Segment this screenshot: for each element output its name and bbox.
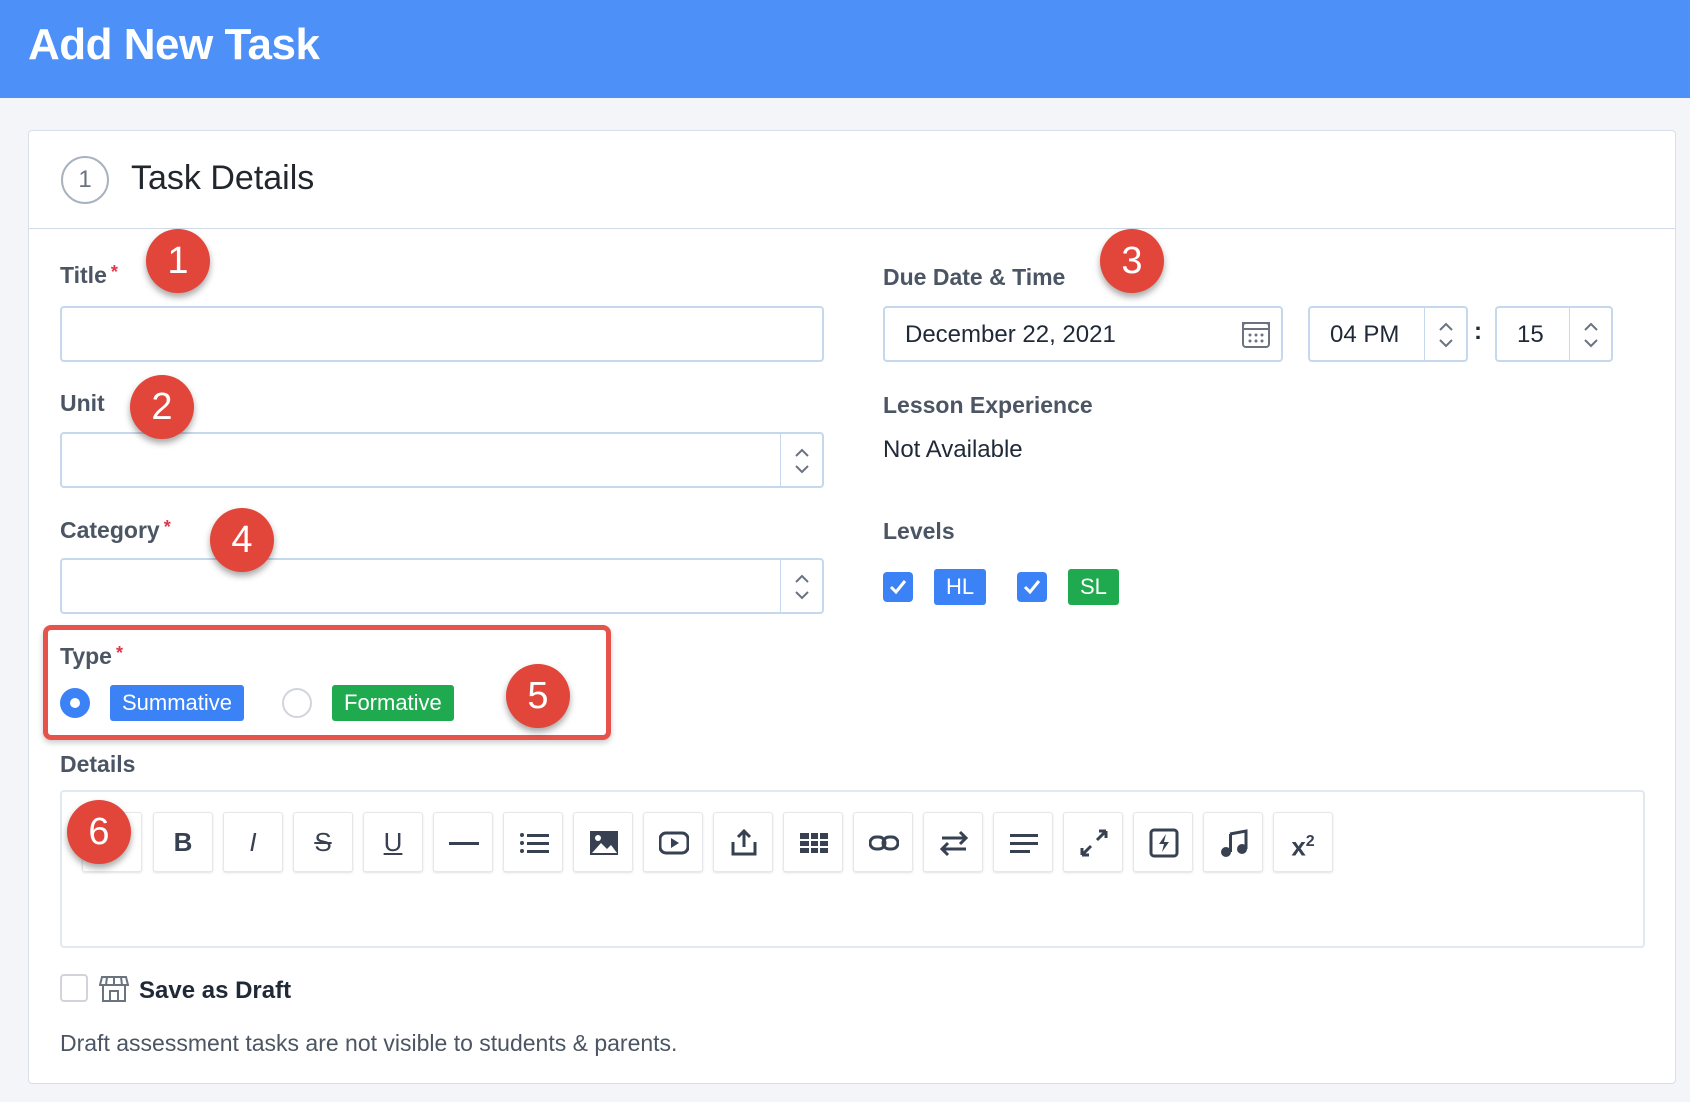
card-header: 1 Task Details bbox=[29, 131, 1675, 229]
swap-arrows-icon bbox=[939, 830, 969, 857]
lesson-experience-label: Lesson Experience bbox=[883, 392, 1093, 418]
checkmark-icon bbox=[889, 580, 907, 595]
music-note-icon bbox=[1221, 829, 1248, 857]
toolbar-audio-button[interactable] bbox=[1203, 812, 1263, 872]
lesson-experience-value: Not Available bbox=[883, 436, 1023, 463]
flash-box-icon bbox=[1149, 828, 1179, 858]
due-minute-select[interactable]: 15 bbox=[1495, 306, 1613, 362]
horizontal-rule-icon bbox=[449, 842, 479, 845]
save-as-draft-checkbox[interactable] bbox=[60, 974, 88, 1002]
minute-select-arrows[interactable] bbox=[1569, 308, 1611, 360]
time-separator: : bbox=[1474, 318, 1482, 345]
unit-label: Unit bbox=[60, 390, 105, 416]
due-date-input[interactable]: December 22, 2021 bbox=[883, 306, 1283, 362]
callout-1: 1 bbox=[146, 229, 210, 293]
levels-label: Levels bbox=[883, 518, 955, 544]
level-hl-badge: HL bbox=[934, 569, 987, 605]
save-as-draft-label[interactable]: Save as Draft bbox=[139, 977, 291, 1005]
required-marker: * bbox=[115, 643, 123, 663]
unit-select[interactable] bbox=[60, 432, 824, 488]
toolbar-bold-button[interactable]: B bbox=[153, 812, 213, 872]
superscript-base: x bbox=[1291, 831, 1306, 862]
type-label: Type * bbox=[60, 643, 123, 669]
toolbar-align-button[interactable] bbox=[993, 812, 1053, 872]
level-hl-checkbox[interactable] bbox=[883, 572, 913, 602]
page-title: Add New Task bbox=[28, 20, 320, 69]
toolbar-strikethrough-button[interactable]: S bbox=[293, 812, 353, 872]
image-icon bbox=[590, 831, 618, 855]
chevron-updown-icon bbox=[795, 448, 809, 474]
due-hour-select[interactable]: 04 PM bbox=[1308, 306, 1468, 362]
category-label: Category * bbox=[60, 517, 171, 543]
store-icon bbox=[99, 976, 129, 1002]
toolbar-horizontal-rule-button[interactable] bbox=[433, 812, 493, 872]
chevron-updown-icon bbox=[795, 574, 809, 600]
step-number: 1 bbox=[61, 156, 109, 204]
section-title: Task Details bbox=[131, 159, 315, 197]
toolbar-italic-button[interactable]: I bbox=[223, 812, 283, 872]
video-icon bbox=[659, 831, 689, 855]
summative-radio[interactable] bbox=[60, 688, 90, 718]
hour-select-arrows[interactable] bbox=[1424, 308, 1466, 360]
callout-5: 5 bbox=[506, 664, 570, 728]
calendar-icon[interactable] bbox=[1241, 319, 1271, 349]
toolbar-table-button[interactable] bbox=[783, 812, 843, 872]
category-select-arrows[interactable] bbox=[780, 560, 822, 612]
level-sl-checkbox[interactable] bbox=[1017, 572, 1047, 602]
align-left-icon bbox=[1010, 834, 1038, 853]
title-input[interactable] bbox=[60, 306, 824, 362]
expand-icon bbox=[1080, 829, 1108, 857]
required-marker: * bbox=[163, 517, 171, 537]
details-label: Details bbox=[60, 751, 136, 777]
due-date-value: December 22, 2021 bbox=[905, 321, 1116, 348]
callout-3: 3 bbox=[1100, 229, 1164, 293]
toolbar-fullscreen-button[interactable] bbox=[1063, 812, 1123, 872]
callout-4: 4 bbox=[210, 508, 274, 572]
toolbar-upload-button[interactable] bbox=[713, 812, 773, 872]
superscript-exponent: 2 bbox=[1305, 833, 1315, 850]
formative-badge[interactable]: Formative bbox=[332, 685, 454, 721]
required-marker: * bbox=[110, 262, 118, 282]
list-icon bbox=[520, 833, 549, 853]
level-sl-badge: SL bbox=[1068, 569, 1119, 605]
title-label: Title * bbox=[60, 262, 118, 288]
chevron-updown-icon bbox=[1439, 322, 1453, 348]
category-select[interactable] bbox=[60, 558, 824, 614]
callout-6: 6 bbox=[67, 800, 131, 864]
draft-note: Draft assessment tasks are not visible t… bbox=[60, 1030, 678, 1056]
due-minute-value: 15 bbox=[1517, 321, 1544, 348]
formative-radio[interactable] bbox=[282, 688, 312, 718]
toolbar-embed-button[interactable] bbox=[1133, 812, 1193, 872]
details-editor[interactable]: B I S U x2 bbox=[60, 790, 1645, 948]
due-date-label: Due Date & Time bbox=[883, 264, 1066, 290]
upload-icon bbox=[731, 828, 757, 856]
page-header: Add New Task bbox=[0, 0, 1690, 98]
toolbar-link-button[interactable] bbox=[853, 812, 913, 872]
toolbar-list-button[interactable] bbox=[503, 812, 563, 872]
checkmark-icon bbox=[1023, 580, 1041, 595]
table-icon bbox=[800, 833, 828, 853]
callout-2: 2 bbox=[130, 375, 194, 439]
summative-badge[interactable]: Summative bbox=[110, 685, 245, 721]
link-icon bbox=[869, 835, 899, 851]
unit-select-arrows[interactable] bbox=[780, 434, 822, 486]
toolbar-swap-button[interactable] bbox=[923, 812, 983, 872]
toolbar-superscript-button[interactable]: x2 bbox=[1273, 812, 1333, 872]
toolbar-underline-button[interactable]: U bbox=[363, 812, 423, 872]
toolbar-image-button[interactable] bbox=[573, 812, 633, 872]
toolbar-video-button[interactable] bbox=[643, 812, 703, 872]
due-hour-value: 04 PM bbox=[1330, 321, 1400, 348]
chevron-updown-icon bbox=[1584, 322, 1598, 348]
